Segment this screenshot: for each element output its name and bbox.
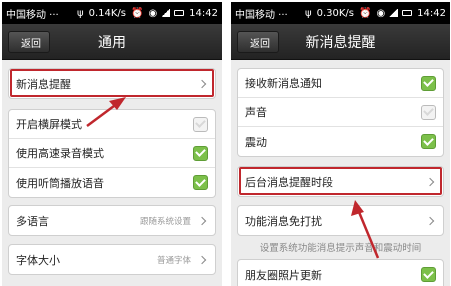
- language-group: 多语言 跟随系统设置: [8, 205, 216, 236]
- earpiece-playback-label: 使用听筒播放语音: [16, 176, 104, 190]
- background-period-label: 后台消息提醒时段: [245, 175, 333, 189]
- font-size-value: 普通字体: [156, 255, 191, 266]
- back-button[interactable]: 返回: [8, 31, 50, 53]
- vibrate-item[interactable]: 震动: [238, 127, 443, 156]
- font-size-label: 字体大小: [16, 253, 60, 267]
- wifi-icon: ◉: [148, 7, 158, 19]
- dnd-group: 功能消息免打扰: [237, 205, 444, 236]
- carrier-label: 中国移动 ···: [235, 9, 288, 21]
- landscape-mode-label: 开启横屏模式: [16, 118, 82, 131]
- background-period-group: 后台消息提醒时段: [237, 166, 444, 197]
- battery-icon: [402, 10, 413, 16]
- status-bar: 中国移动 ··· ψ 0.14K/s ⏰ ◉ 14:42: [2, 2, 222, 24]
- landscape-mode-checkbox[interactable]: [193, 116, 208, 132]
- title-bar: 返回 通用: [2, 24, 222, 60]
- receive-notify-item[interactable]: 接收新消息通知: [238, 69, 443, 98]
- moments-update-checkbox[interactable]: [421, 267, 436, 282]
- dnd-label: 功能消息免打扰: [245, 214, 322, 228]
- moments-update-label: 朋友圈照片更新: [245, 268, 322, 282]
- chevron-right-icon: [197, 216, 207, 225]
- new-message-notify-label: 新消息提醒: [16, 77, 71, 91]
- chevron-right-icon: [197, 255, 207, 264]
- dnd-hint-text: 设置系统功能消息提示声音和震动时间: [259, 243, 422, 254]
- font-size-item[interactable]: 字体大小 普通字体: [9, 245, 215, 274]
- language-item[interactable]: 多语言 跟随系统设置: [9, 206, 215, 235]
- moments-update-item[interactable]: 朋友圈照片更新: [238, 260, 443, 286]
- wifi-icon: ◉: [376, 7, 386, 19]
- carrier-label: 中国移动 ···: [6, 9, 59, 21]
- moments-group: 朋友圈照片更新: [237, 259, 444, 286]
- new-message-notify-item[interactable]: 新消息提醒: [9, 69, 215, 98]
- receive-notify-checkbox[interactable]: [421, 75, 436, 91]
- language-value: 跟随系统设置: [139, 216, 191, 227]
- background-period-item[interactable]: 后台消息提醒时段: [238, 167, 443, 196]
- sound-label: 声音: [245, 106, 267, 119]
- sound-item[interactable]: 声音: [238, 98, 443, 127]
- chevron-right-icon: [425, 216, 435, 225]
- chevron-right-icon: [197, 79, 207, 88]
- dnd-item[interactable]: 功能消息免打扰: [238, 206, 443, 235]
- clock: 14:42: [189, 7, 218, 19]
- vibrate-checkbox[interactable]: [421, 134, 436, 149]
- alarm-icon: ⏰: [130, 7, 144, 19]
- network-speed: 0.14K/s: [88, 7, 126, 19]
- earpiece-playback-checkbox[interactable]: [193, 175, 208, 190]
- status-bar: 中国移动 ··· ψ 0.30K/s ⏰ ◉ 14:42: [231, 2, 450, 24]
- high-speed-record-item[interactable]: 使用高速录音模式: [9, 139, 215, 168]
- general-settings-screen: 中国移动 ··· ψ 0.14K/s ⏰ ◉ 14:42 返回 通用 新消息提醒…: [2, 2, 222, 286]
- clock: 14:42: [417, 7, 446, 19]
- toggle-group: 开启横屏模式 使用高速录音模式 使用听筒播放语音: [8, 109, 216, 198]
- page-title: 新消息提醒: [305, 34, 376, 51]
- landscape-mode-item[interactable]: 开启横屏模式: [9, 110, 215, 139]
- high-speed-record-checkbox[interactable]: [193, 145, 208, 161]
- receive-notify-label: 接收新消息通知: [245, 77, 322, 90]
- back-button-label: 返回: [21, 38, 41, 50]
- back-button-label: 返回: [250, 38, 270, 50]
- sound-checkbox[interactable]: [421, 104, 436, 120]
- back-button[interactable]: 返回: [237, 31, 279, 53]
- font-group: 字体大小 普通字体: [8, 244, 216, 275]
- new-message-notify-screen: 中国移动 ··· ψ 0.30K/s ⏰ ◉ 14:42 返回 新消息提醒 接收…: [231, 2, 450, 286]
- language-label: 多语言: [16, 214, 49, 228]
- network-speed: 0.30K/s: [316, 7, 354, 19]
- vibrate-label: 震动: [245, 135, 267, 149]
- signal-icon: [161, 9, 171, 17]
- chevron-right-icon: [425, 177, 435, 186]
- notify-toggle-group: 接收新消息通知 声音 震动: [237, 68, 444, 157]
- alarm-icon: ⏰: [358, 7, 372, 19]
- high-speed-record-label: 使用高速录音模式: [16, 147, 104, 160]
- earpiece-playback-item[interactable]: 使用听筒播放语音: [9, 168, 215, 197]
- title-bar: 返回 新消息提醒: [231, 24, 450, 60]
- usb-icon: ψ: [76, 7, 84, 19]
- page-title: 通用: [98, 34, 126, 51]
- notify-group: 新消息提醒: [8, 68, 216, 99]
- usb-icon: ψ: [304, 7, 312, 19]
- battery-icon: [174, 10, 185, 16]
- signal-icon: [389, 9, 399, 17]
